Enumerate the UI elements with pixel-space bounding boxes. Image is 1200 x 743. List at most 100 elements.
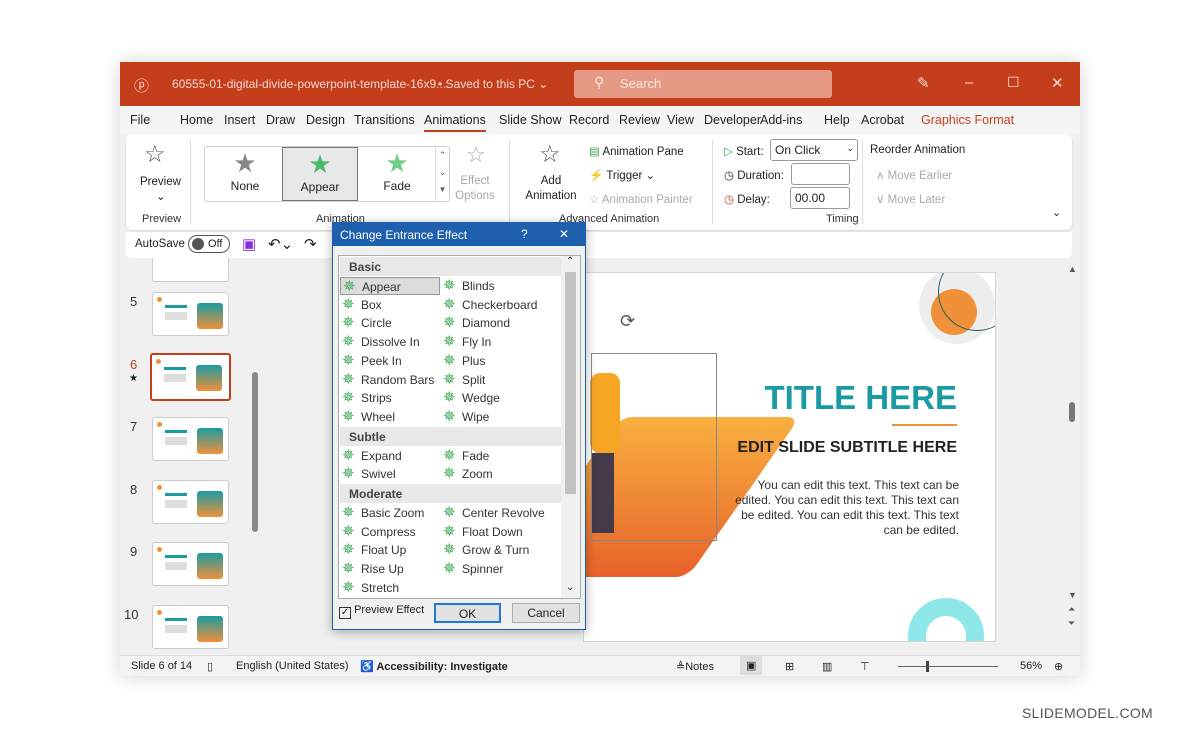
trigger-button[interactable]: ⚡ Trigger ⌄	[589, 168, 655, 182]
effect-strips[interactable]: ✵ Strips	[340, 389, 440, 407]
start-select[interactable]: On Click ⌄	[770, 139, 858, 161]
effect-wheel[interactable]: ✵ Wheel	[340, 408, 440, 426]
effect-appear[interactable]: ✵ Appear	[340, 277, 440, 295]
effect-center-revolve[interactable]: ✵ Center Revolve	[441, 504, 545, 522]
effect-options-button[interactable]: Effect Options	[454, 174, 496, 204]
tab-slide-show[interactable]: Slide Show	[499, 113, 562, 127]
gallery-none[interactable]: ★ None	[207, 147, 283, 201]
search-input[interactable]: ⚲ Search	[574, 70, 832, 98]
tab-review[interactable]: Review	[619, 113, 660, 127]
spelling-icon[interactable]: ▯	[207, 660, 213, 673]
move-later-button[interactable]: ∨ Move Later	[876, 192, 945, 206]
slide-body[interactable]: You can edit this text. This text can be…	[734, 478, 959, 538]
language[interactable]: English (United States)	[236, 660, 349, 672]
effect-circle[interactable]: ✵ Circle	[340, 314, 440, 332]
tab-home[interactable]: Home	[180, 113, 213, 127]
redo-icon[interactable]: ↷	[304, 235, 317, 253]
slide-thumbnail-9[interactable]	[152, 542, 229, 586]
normal-view-icon[interactable]: ▣	[740, 656, 763, 675]
effect-random-bars[interactable]: ✵ Random Bars	[340, 371, 440, 389]
rotate-handle-icon[interactable]: ⟳	[620, 311, 635, 332]
slide-scrollbar[interactable]: ▲ ▼ ⏶ ⏷	[1066, 262, 1078, 642]
slide-thumbnail-10[interactable]	[152, 604, 229, 649]
slide-title[interactable]: TITLE HERE	[739, 379, 957, 417]
reading-view-icon[interactable]: ▥	[822, 660, 832, 673]
animation-pane-button[interactable]: ▤ Animation Pane	[589, 144, 684, 158]
tab-animations[interactable]: Animations	[424, 113, 486, 132]
effect-swivel[interactable]: ✵ Swivel	[340, 465, 440, 483]
effect-grow-turn[interactable]: ✵ Grow & Turn	[441, 541, 529, 559]
effect-rise-up[interactable]: ✵ Rise Up	[340, 560, 440, 578]
tab-record[interactable]: Record	[569, 113, 609, 127]
slide-thumbnail-7[interactable]	[152, 417, 229, 461]
effect-blinds[interactable]: ✵ Blinds	[441, 277, 495, 295]
effect-fly-in[interactable]: ✵ Fly In	[441, 333, 491, 351]
effect-checkerboard[interactable]: ✵ Checkerboard	[441, 296, 537, 314]
tab-design[interactable]: Design	[306, 113, 345, 127]
tab-insert[interactable]: Insert	[224, 113, 255, 127]
tab-acrobat[interactable]: Acrobat	[861, 113, 904, 127]
zoom-slider[interactable]	[898, 661, 998, 672]
zoom-level[interactable]: 56%	[1020, 660, 1042, 672]
effect-diamond[interactable]: ✵ Diamond	[441, 314, 510, 332]
accessibility-button[interactable]: ♿ Accessibility: Investigate	[360, 660, 508, 673]
pen-icon[interactable]: ✎	[917, 74, 930, 92]
chevron-down-icon[interactable]: ⌄	[156, 189, 166, 203]
effect-split[interactable]: ✵ Split	[441, 371, 485, 389]
delay-input[interactable]: 00.00	[790, 187, 850, 209]
save-icon[interactable]: ▣	[242, 235, 256, 253]
tab-view[interactable]: View	[667, 113, 694, 127]
slide-canvas[interactable]: ⟳ TITLE HERE EDIT SLIDE SUBTITLE HERE Yo…	[583, 272, 996, 642]
effect-basic-zoom[interactable]: ✵ Basic Zoom	[340, 504, 440, 522]
tab-add-ins[interactable]: Add-ins	[760, 113, 802, 127]
tab-draw[interactable]: Draw	[266, 113, 295, 127]
effect-zoom[interactable]: ✵ Zoom	[441, 465, 493, 483]
slide-thumbnail-5[interactable]	[152, 292, 229, 336]
slide-thumbnail-6[interactable]	[150, 352, 231, 401]
effect-stretch[interactable]: ✵ Stretch	[340, 579, 440, 597]
gallery-appear[interactable]: ★ Appear	[282, 147, 358, 201]
tab-developer[interactable]: Developer	[704, 113, 761, 127]
effect-wedge[interactable]: ✵ Wedge	[441, 389, 500, 407]
undo-icon[interactable]: ↶⌄	[268, 235, 293, 253]
slide-thumbnail-4[interactable]	[152, 258, 229, 282]
slide-subtitle[interactable]: EDIT SLIDE SUBTITLE HERE	[734, 439, 957, 457]
slide-sorter-icon[interactable]: ⊞	[785, 660, 794, 673]
effect-fade[interactable]: ✵ Fade	[441, 447, 489, 465]
save-status[interactable]: • Saved to this PC ⌄	[438, 77, 548, 91]
tab-file[interactable]: File	[130, 113, 150, 127]
effect-spinner[interactable]: ✵ Spinner	[441, 560, 503, 578]
close-button[interactable]: ✕	[1051, 74, 1064, 92]
animation-painter-button[interactable]: ☆ Animation Painter	[589, 192, 693, 206]
tab-help[interactable]: Help	[824, 113, 850, 127]
slideshow-icon[interactable]: ⊤	[860, 660, 870, 673]
effect-float-down[interactable]: ✵ Float Down	[441, 523, 523, 541]
dialog-close-button[interactable]: ✕	[559, 227, 569, 241]
selection-box[interactable]	[591, 353, 717, 541]
effect-wipe[interactable]: ✵ Wipe	[441, 408, 489, 426]
slide-thumbnail-8[interactable]	[152, 479, 229, 524]
tab-graphics-format[interactable]: Graphics Format	[921, 113, 1014, 127]
collapse-ribbon-icon[interactable]: ⌄	[1052, 206, 1061, 219]
effect-compress[interactable]: ✵ Compress	[340, 523, 440, 541]
help-button[interactable]: ?	[521, 227, 528, 241]
effect-expand[interactable]: ✵ Expand	[340, 447, 440, 465]
tab-transitions[interactable]: Transitions	[354, 113, 415, 127]
preview-button[interactable]: Preview	[140, 176, 181, 188]
minimize-button[interactable]: –	[965, 74, 973, 91]
effect-plus[interactable]: ✵ Plus	[441, 352, 485, 370]
effect-list-scrollbar[interactable]: ⌃ ⌄	[561, 256, 580, 598]
notes-button[interactable]: ≜Notes	[676, 660, 714, 673]
effect-dissolve-in[interactable]: ✵ Dissolve In	[340, 333, 440, 351]
effect-float-up[interactable]: ✵ Float Up	[340, 541, 440, 559]
gallery-fade[interactable]: ★ Fade	[359, 147, 435, 201]
add-animation-button[interactable]: Add Animation	[518, 174, 584, 204]
thumbnail-scrollbar[interactable]	[250, 262, 260, 652]
cancel-button[interactable]: Cancel	[512, 603, 580, 623]
ok-button[interactable]: OK	[434, 603, 501, 623]
duration-input[interactable]	[791, 163, 850, 185]
preview-effect-checkbox[interactable]: ✓ Preview Effect	[339, 604, 424, 619]
maximize-button[interactable]: ☐	[1007, 74, 1020, 91]
move-earlier-button[interactable]: ∧ Move Earlier	[876, 168, 952, 182]
gallery-scroll[interactable]: ⌃ ⌄ ▾	[435, 147, 449, 201]
